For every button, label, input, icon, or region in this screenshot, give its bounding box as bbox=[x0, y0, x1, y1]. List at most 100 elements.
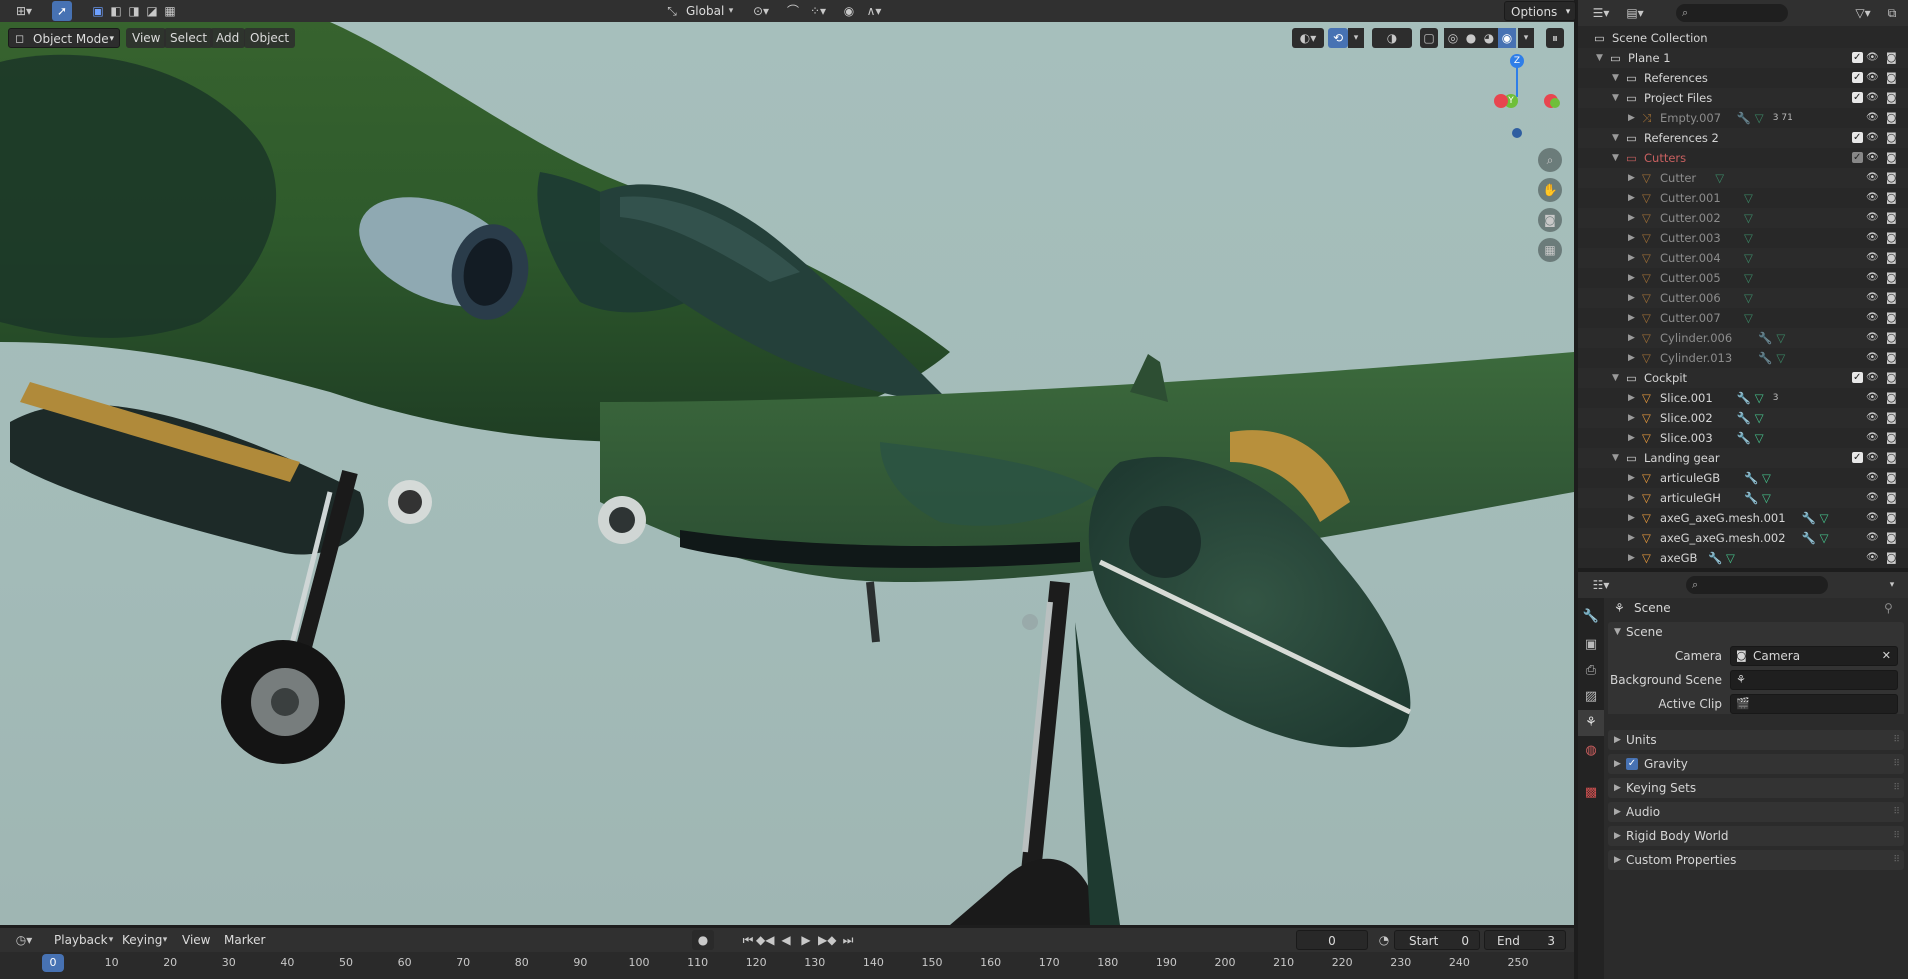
exclude-checkbox[interactable] bbox=[1852, 128, 1863, 148]
outliner-search-input[interactable]: ⌕ bbox=[1676, 4, 1788, 22]
visibility-eye-icon[interactable]: 👁 bbox=[1866, 288, 1879, 308]
exclude-checkbox[interactable] bbox=[1852, 88, 1863, 108]
render-camera-icon[interactable]: ◙ bbox=[1886, 208, 1897, 228]
visibility-eye-icon[interactable]: 👁 bbox=[1866, 408, 1879, 428]
visibility-eye-icon[interactable]: 👁 bbox=[1866, 188, 1879, 208]
xray-icon[interactable]: ▢ bbox=[1420, 28, 1438, 48]
visibility-eye-icon[interactable]: 👁 bbox=[1866, 448, 1879, 468]
expand-down-icon[interactable]: ▼ bbox=[1612, 368, 1619, 388]
modifier-mesh-data-icons[interactable]: 🔧 ▽ bbox=[1708, 548, 1735, 568]
exclude-checkbox[interactable] bbox=[1852, 448, 1863, 468]
modifier-mesh-data-icons[interactable]: ▽ bbox=[1744, 188, 1753, 208]
snap-icon[interactable]: ⌒ bbox=[784, 1, 802, 21]
expand-right-icon[interactable]: ▶ bbox=[1628, 508, 1635, 528]
select-difference-icon[interactable]: ◪ bbox=[144, 1, 160, 21]
render-camera-icon[interactable]: ◙ bbox=[1886, 148, 1897, 168]
outliner-editor-icon[interactable]: ☰▾ bbox=[1588, 3, 1614, 23]
visibility-eye-icon[interactable]: 👁 bbox=[1866, 208, 1879, 228]
tab-world-icon[interactable]: ◍ bbox=[1578, 738, 1604, 764]
modifier-mesh-data-icons[interactable]: 🔧 ▽ bbox=[1744, 488, 1771, 508]
panel-header[interactable]: ▶ Custom Properties ⠿ bbox=[1608, 850, 1904, 870]
visibility-eye-icon[interactable]: 👁 bbox=[1866, 328, 1879, 348]
prev-keyframe-icon[interactable]: ◆◀ bbox=[756, 930, 774, 950]
expand-right-icon[interactable]: ▶ bbox=[1628, 548, 1635, 568]
expand-right-icon[interactable]: ▶ bbox=[1628, 208, 1635, 228]
gravity-checkbox[interactable]: ✓ bbox=[1626, 758, 1638, 770]
options-dropdown[interactable]: Options ▾ bbox=[1504, 1, 1577, 21]
render-camera-icon[interactable]: ◙ bbox=[1886, 288, 1897, 308]
perspective-grid-icon[interactable]: ▦ bbox=[1538, 238, 1562, 262]
shading-dropdown-icon[interactable]: ▾ bbox=[1518, 28, 1534, 48]
transform-orientation-dropdown[interactable]: Global bbox=[680, 1, 730, 21]
drag-handle-icon[interactable]: ⠿ bbox=[1893, 754, 1900, 774]
render-camera-icon[interactable]: ◙ bbox=[1886, 168, 1897, 188]
render-camera-icon[interactable]: ◙ bbox=[1886, 188, 1897, 208]
visibility-eye-icon[interactable]: 👁 bbox=[1866, 248, 1879, 268]
modifier-mesh-data-icons[interactable]: 🔧 ▽ bbox=[1737, 108, 1764, 128]
expand-down-icon[interactable]: ▼ bbox=[1612, 88, 1619, 108]
outliner-row[interactable]: ▶ ▽ Cylinder.006 🔧 ▽ 👁 ◙ bbox=[1578, 328, 1908, 348]
tab-scene-icon[interactable]: ⚘ bbox=[1578, 710, 1604, 736]
camera-field[interactable]: ◙ Camera ✕ bbox=[1730, 646, 1898, 666]
navigation-gizmo[interactable]: Z Y bbox=[1488, 54, 1568, 144]
zoom-icon[interactable]: ⌕ bbox=[1538, 148, 1562, 172]
visibility-eye-icon[interactable]: 👁 bbox=[1866, 108, 1879, 128]
visibility-eye-icon[interactable]: 👁 bbox=[1866, 228, 1879, 248]
menu-select[interactable]: Select bbox=[164, 28, 214, 48]
outliner-row[interactable]: ▼ ▭ Cockpit 👁 ◙ bbox=[1578, 368, 1908, 388]
render-camera-icon[interactable]: ◙ bbox=[1886, 88, 1897, 108]
exclude-checkbox[interactable] bbox=[1852, 368, 1863, 388]
panel-header[interactable]: ▶ Keying Sets ⠿ bbox=[1608, 778, 1904, 798]
visibility-eye-icon[interactable]: 👁 bbox=[1866, 48, 1879, 68]
outliner-row[interactable]: ▶ ▽ Cylinder.013 🔧 ▽ 👁 ◙ bbox=[1578, 348, 1908, 368]
outliner-row[interactable]: ▶ ▽ Cutter.005 ▽ 👁 ◙ bbox=[1578, 268, 1908, 288]
display-mode-icon[interactable]: ▤▾ bbox=[1622, 3, 1648, 23]
visibility-eye-icon[interactable]: 👁 bbox=[1866, 548, 1879, 568]
visibility-icon[interactable]: ◐▾ bbox=[1292, 28, 1324, 48]
outliner-row[interactable]: ▶ ▽ Cutter.006 ▽ 👁 ◙ bbox=[1578, 288, 1908, 308]
visibility-eye-icon[interactable]: 👁 bbox=[1866, 128, 1879, 148]
visibility-eye-icon[interactable]: 👁 bbox=[1866, 428, 1879, 448]
exclude-checkbox[interactable] bbox=[1852, 148, 1863, 168]
outliner-row[interactable]: ▶ ▽ articuleGB 🔧 ▽ 👁 ◙ bbox=[1578, 468, 1908, 488]
select-box-mode-icon[interactable]: ▣ bbox=[90, 1, 106, 21]
visibility-eye-icon[interactable]: 👁 bbox=[1866, 308, 1879, 328]
properties-search-input[interactable]: ⌕ bbox=[1686, 576, 1828, 594]
tab-texture-icon[interactable]: ▩ bbox=[1578, 780, 1604, 806]
menu-marker[interactable]: Marker bbox=[218, 930, 271, 950]
gizmo-dropdown-icon[interactable]: ▾ bbox=[1348, 28, 1364, 48]
visibility-eye-icon[interactable]: 👁 bbox=[1866, 528, 1879, 548]
expand-right-icon[interactable]: ▶ bbox=[1628, 288, 1635, 308]
modifier-mesh-data-icons[interactable]: ▽ bbox=[1744, 228, 1753, 248]
outliner-row[interactable]: ▶ ▽ Slice.002 🔧 ▽ 👁 ◙ bbox=[1578, 408, 1908, 428]
menu-object[interactable]: Object bbox=[244, 28, 296, 48]
expand-right-icon[interactable]: ▶ bbox=[1628, 188, 1635, 208]
expand-right-icon[interactable]: ▶ bbox=[1628, 328, 1635, 348]
outliner-row[interactable]: ▶ ▽ axeG_axeG.mesh.002 🔧 ▽ 👁 ◙ bbox=[1578, 528, 1908, 548]
panel-header[interactable]: ▶ ✓ Gravity ⠿ bbox=[1608, 754, 1904, 774]
visibility-eye-icon[interactable]: 👁 bbox=[1866, 508, 1879, 528]
outliner-row[interactable]: ▶ ▽ axeG_axeG.mesh.001 🔧 ▽ 👁 ◙ bbox=[1578, 508, 1908, 528]
drag-handle-icon[interactable]: ⠿ bbox=[1893, 802, 1900, 822]
snap-target-icon[interactable]: ⁘▾ bbox=[804, 1, 832, 21]
outliner-row[interactable]: ▶ ▽ Slice.003 🔧 ▽ 👁 ◙ bbox=[1578, 428, 1908, 448]
drag-handle-icon[interactable]: ⠿ bbox=[1893, 730, 1900, 750]
outliner-row[interactable]: ▼ ▭ References 2 👁 ◙ bbox=[1578, 128, 1908, 148]
menu-timeline-view[interactable]: View bbox=[176, 930, 216, 950]
expand-right-icon[interactable]: ▶ bbox=[1628, 528, 1635, 548]
tab-view-layer-icon[interactable]: ▨ bbox=[1578, 684, 1604, 710]
panel-header[interactable]: ▶ Rigid Body World ⠿ bbox=[1608, 826, 1904, 846]
outliner-row[interactable]: ▶ ▽ Cutter ▽ 👁 ◙ bbox=[1578, 168, 1908, 188]
wireframe-shading-icon[interactable]: ◎ bbox=[1444, 28, 1462, 48]
expand-right-icon[interactable]: ▶ bbox=[1628, 348, 1635, 368]
modifier-mesh-data-icons[interactable]: 🔧 ▽ bbox=[1758, 328, 1785, 348]
drag-handle-icon[interactable]: ⠿ bbox=[1893, 826, 1900, 846]
render-camera-icon[interactable]: ◙ bbox=[1886, 368, 1897, 388]
render-camera-icon[interactable]: ◙ bbox=[1886, 228, 1897, 248]
solid-shading-icon[interactable]: ● bbox=[1462, 28, 1480, 48]
select-intersect-icon[interactable]: ▦ bbox=[162, 1, 178, 21]
expand-right-icon[interactable]: ▶ bbox=[1628, 248, 1635, 268]
menu-add[interactable]: Add bbox=[210, 28, 246, 48]
modifier-mesh-data-icons[interactable]: 🔧 ▽ bbox=[1758, 348, 1785, 368]
current-frame-field[interactable]: 0 bbox=[1296, 930, 1368, 950]
